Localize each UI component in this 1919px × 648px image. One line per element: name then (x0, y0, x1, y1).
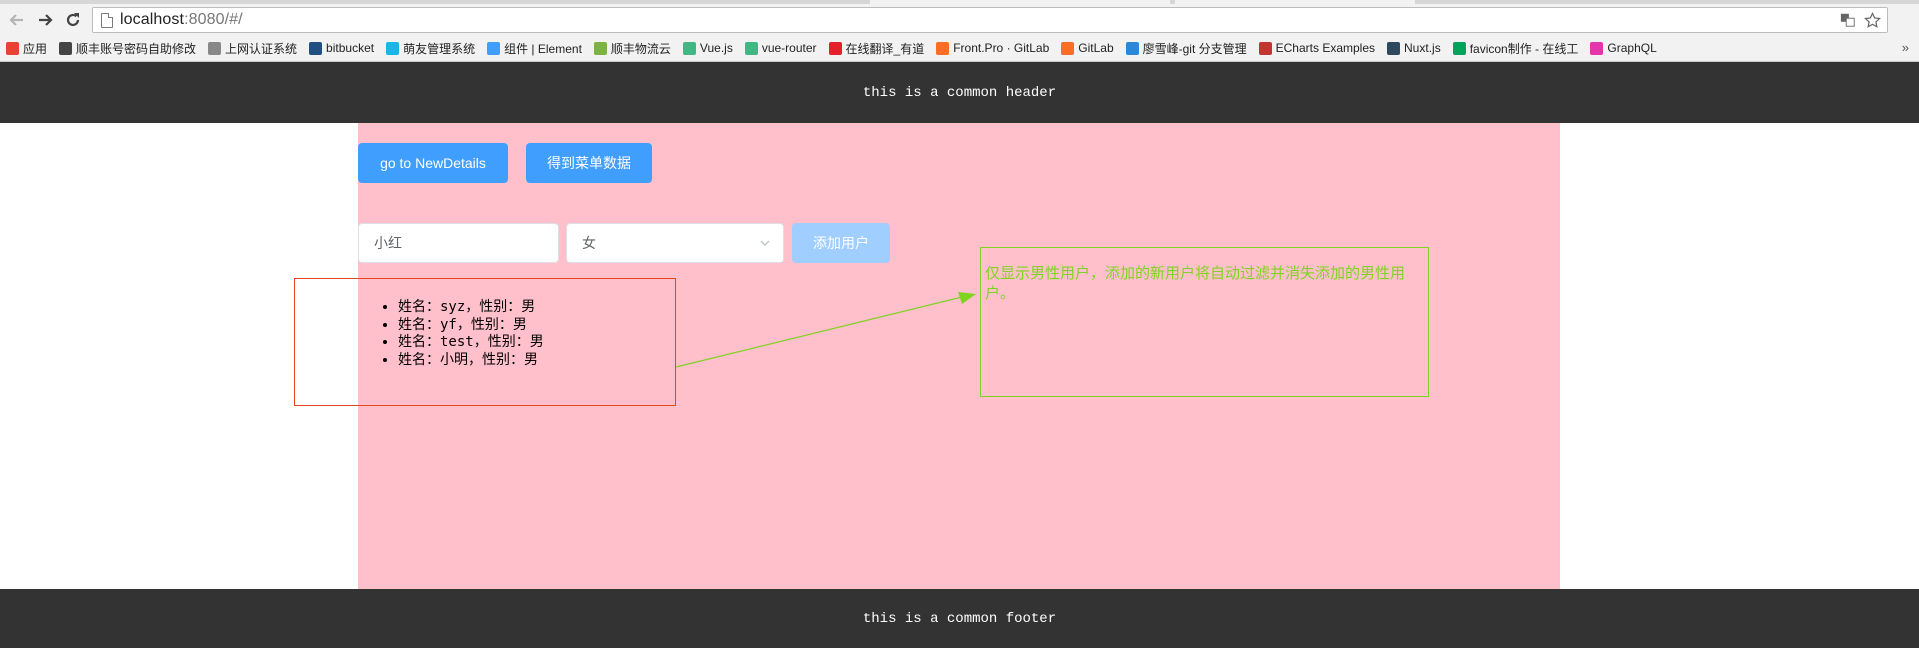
bookmark-item[interactable]: GitLab (1061, 41, 1114, 55)
rocket-icon (1125, 41, 1139, 55)
gender-select[interactable]: 女 (566, 223, 784, 263)
bookmark-item[interactable]: bitbucket (309, 41, 374, 55)
mengyou-icon (386, 41, 400, 55)
forward-button[interactable] (34, 9, 56, 31)
gitlab-icon (936, 41, 950, 55)
vue-icon (682, 41, 696, 55)
sf-cloud-icon (593, 41, 607, 55)
reload-button[interactable] (62, 9, 84, 31)
back-button[interactable] (6, 9, 28, 31)
bookmark-label: Front.Pro · GitLab (953, 41, 1050, 55)
translate-icon[interactable] (1839, 11, 1857, 29)
annotation-note: 仅显示男性用户，添加的新用户将自动过滤并消失添加的男性用户。 (985, 265, 1406, 302)
youdao-icon (828, 41, 842, 55)
name-input-value: 小红 (374, 235, 402, 251)
chevron-down-icon (760, 240, 770, 246)
bookmark-item[interactable]: 组件 | Element (487, 40, 582, 57)
tab-strip (0, 0, 1919, 4)
gender-select-value: 女 (582, 235, 596, 251)
bookmark-label: 萌友管理系统 (403, 41, 476, 56)
page-icon (208, 41, 222, 55)
bookmark-item[interactable]: 在线翻译_有道 (828, 40, 925, 57)
get-menu-data-button[interactable]: 得到菜单数据 (526, 143, 652, 183)
bookmark-label: 应用 (23, 41, 48, 56)
back-arrow-icon (9, 14, 23, 26)
bookmark-label: GitLab (1078, 41, 1114, 55)
favicon-tool-icon (1452, 41, 1466, 55)
bookmark-label: 廖雪峰-git 分支管理 (1142, 41, 1247, 56)
bookmark-label: bitbucket (326, 41, 375, 55)
vue-icon (744, 41, 758, 55)
sf-icon (59, 41, 73, 55)
graphql-icon (1590, 41, 1604, 55)
app-footer: this is a common footer (0, 589, 1919, 648)
browser-tab[interactable] (870, 0, 1170, 4)
bookmark-label: 顺丰账号密码自助修改 (76, 41, 197, 56)
footer-text: this is a common footer (862, 610, 1057, 627)
name-input[interactable]: 小红 (358, 223, 559, 263)
apps-grid-icon (6, 41, 19, 55)
bookmark-item[interactable]: GraphQL (1590, 41, 1657, 55)
gitlab-icon (1061, 41, 1075, 55)
header-text: this is a common header (862, 84, 1057, 101)
bookmark-label: vue-router (761, 41, 817, 55)
bookmark-item[interactable]: favicon制作 - 在线工 (1452, 40, 1579, 57)
app-header: this is a common header (0, 62, 1919, 123)
bookmark-label: ECharts Examples (1275, 41, 1376, 55)
url-host: localhost (120, 11, 185, 28)
highlight-box-user-list (294, 278, 676, 406)
bookmark-label: 组件 | Element (504, 41, 582, 56)
browser-tab[interactable] (1175, 0, 1415, 4)
bookmark-item[interactable]: vue-router (744, 41, 817, 55)
bookmark-item[interactable]: 廖雪峰-git 分支管理 (1125, 40, 1247, 57)
bookmark-item[interactable]: 顺丰账号密码自助修改 (59, 40, 196, 57)
bookmark-label: 在线翻译_有道 (845, 41, 925, 56)
bookmark-label: GraphQL (1607, 41, 1657, 55)
bookmark-item[interactable]: 应用 (6, 40, 47, 57)
bookmark-label: 顺丰物流云 (610, 41, 671, 56)
bookmark-item[interactable]: 顺丰物流云 (593, 40, 671, 57)
address-bar[interactable]: localhost:8080/#/ (92, 7, 1888, 33)
bookmark-label: Nuxt.js (1404, 41, 1441, 55)
bookmark-star-icon[interactable] (1863, 11, 1881, 29)
bookmark-item[interactable]: 萌友管理系统 (386, 40, 475, 57)
element-icon (487, 41, 501, 55)
bookmark-item[interactable]: Vue.js (682, 41, 733, 55)
bookmark-item[interactable]: ECharts Examples (1258, 41, 1376, 55)
page-icon (101, 12, 113, 28)
bookmark-item[interactable]: Front.Pro · GitLab (936, 41, 1049, 55)
bitbucket-icon (309, 41, 323, 55)
echarts-icon (1258, 41, 1272, 55)
bookmarks-overflow-icon[interactable]: » (1902, 40, 1909, 55)
forward-arrow-icon (39, 14, 53, 26)
bookmark-label: favicon制作 - 在线工 (1469, 41, 1579, 56)
bookmarks-bar: 应用 顺丰账号密码自助修改 上网认证系统 bitbucket 萌友管理系统 组件 | El… (0, 36, 1919, 60)
go-to-newdetails-button[interactable]: go to NewDetails (358, 143, 508, 183)
add-user-button[interactable]: 添加用户 (792, 223, 890, 263)
bookmark-item[interactable]: Nuxt.js (1387, 41, 1441, 55)
url-path: :8080/#/ (184, 11, 243, 28)
url-text[interactable]: localhost:8080/#/ (120, 11, 243, 29)
bookmark-label: Vue.js (699, 41, 733, 55)
bookmark-item[interactable]: 上网认证系统 (208, 40, 297, 57)
browser-chrome: localhost:8080/#/ 应用 顺丰账号密码自助修改 上网认证系统 bitb… (0, 0, 1919, 62)
bookmark-label: 上网认证系统 (225, 41, 298, 56)
reload-icon (66, 13, 80, 27)
nuxt-icon (1387, 41, 1401, 55)
